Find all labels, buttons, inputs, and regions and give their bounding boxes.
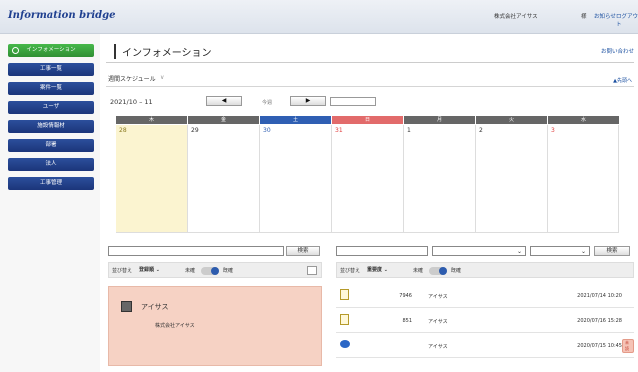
this-week-label[interactable]: 今週 [262, 99, 272, 106]
calendar-header-wed: 水 [548, 116, 619, 124]
sidebar: インフォメーション 工事一覧 案件一覧 ユーザ 施設情報材 部署 法人 工事管理 [0, 34, 100, 372]
list-item[interactable]: 7946 アイサス 2021/07/14 10:20 [336, 286, 634, 308]
list-item[interactable]: 851 アイサス 2020/07/16 15:28 [336, 311, 634, 333]
message-sender: アイサス [428, 319, 448, 325]
chevron-down-icon: ⌄ [516, 248, 522, 255]
read-toggle[interactable] [201, 267, 219, 275]
card-company: 株式会社アイサス [155, 323, 195, 329]
inquiry-link[interactable]: お問い合わせ [601, 47, 634, 55]
next-week-button[interactable]: ▶ [290, 96, 326, 106]
sidebar-item-project-list[interactable]: 案件一覧 [8, 82, 94, 95]
sort-select[interactable]: 重要度 ⌄ [367, 266, 388, 273]
message-sender: アイサス [428, 294, 448, 300]
sidebar-item-information[interactable]: インフォメーション [8, 44, 94, 57]
sidebar-item-department[interactable]: 部署 [8, 139, 94, 152]
message-timestamp: 2020/07/15 10:45 [577, 343, 622, 349]
calendar-day[interactable]: 31 [332, 125, 404, 233]
sort-label: 並び替え [340, 268, 361, 274]
sidebar-item-construction-management[interactable]: 工事管理 [8, 177, 94, 190]
info-icon [12, 47, 19, 54]
divider [106, 62, 634, 63]
honorific: 様 [581, 14, 587, 20]
top-bar: Information bridge 株式会社アイサス 様 お知らせ ログアウト [0, 0, 638, 34]
prev-week-button[interactable]: ◀ [206, 96, 242, 106]
card-name: アイサス [141, 303, 169, 311]
toggle-knob [439, 267, 447, 275]
sort-select[interactable]: 登録順 ⌄ [139, 266, 160, 273]
sidebar-item-construction-list[interactable]: 工事一覧 [8, 63, 94, 76]
left-search-input[interactable] [108, 246, 284, 256]
divider [106, 86, 634, 87]
unread-label: 未確 [185, 268, 196, 274]
list-item[interactable]: アイサス 2020/07/15 10:45 未読 [336, 336, 634, 358]
calendar-day[interactable]: 29 [188, 125, 260, 233]
document-icon [340, 289, 349, 300]
message-number: 851 [402, 318, 412, 324]
read-label: 既確 [223, 268, 234, 274]
calendar-day[interactable]: 30 [260, 125, 332, 233]
document-icon [340, 314, 349, 325]
unread-label: 未確 [413, 268, 424, 274]
message-number: 7946 [399, 293, 412, 299]
status-select[interactable]: ⌄ [530, 246, 590, 256]
chat-icon [340, 340, 350, 348]
calendar-header-mon: 月 [404, 116, 475, 124]
logout-link[interactable]: ログアウト [616, 12, 638, 28]
user-card[interactable]: アイサス 株式会社アイサス [108, 286, 322, 366]
calendar-day[interactable]: 1 [404, 125, 476, 233]
sidebar-item-facility[interactable]: 施設情報材 [8, 120, 94, 133]
read-toggle[interactable] [429, 267, 447, 275]
category-select[interactable]: ⌄ [432, 246, 526, 256]
notice-link[interactable]: お知らせ [594, 12, 616, 20]
main-content: インフォメーション お問い合わせ 週間スケジュール ∨ ▲先頭へ 2021/10… [100, 34, 638, 372]
chevron-down-icon: ⌄ [580, 248, 586, 255]
to-top-link[interactable]: ▲先頭へ [613, 77, 632, 84]
toggle-knob [211, 267, 219, 275]
right-filter-bar: 並び替え 重要度 ⌄ 未確 既確 [336, 262, 634, 278]
chevron-down-icon[interactable]: ∨ [160, 74, 164, 81]
building-icon [121, 301, 132, 312]
calendar-day[interactable]: 2 [476, 125, 548, 233]
message-timestamp: 2021/07/14 10:20 [577, 293, 622, 299]
left-filter-bar: 並び替え 登録順 ⌄ 未確 既確 [108, 262, 322, 278]
page-title: インフォメーション [114, 44, 212, 59]
expand-button[interactable] [307, 266, 317, 275]
right-search-input[interactable] [336, 246, 428, 256]
calendar-header-sun: 日 [332, 116, 403, 124]
calendar-header-thu: 木 [116, 116, 187, 124]
schedule-label: 週間スケジュール [108, 76, 156, 83]
read-label: 既確 [451, 268, 462, 274]
sidebar-item-corporation[interactable]: 法人 [8, 158, 94, 171]
calendar-day[interactable]: 3 [548, 125, 619, 233]
sort-label: 並び替え [112, 268, 133, 274]
calendar-day[interactable]: 28 [116, 125, 188, 233]
unread-badge: 未読 [622, 339, 634, 353]
left-search-button[interactable]: 検索 [286, 246, 320, 256]
message-sender: アイサス [428, 344, 448, 350]
calendar-header-sat: 土 [260, 116, 331, 124]
company-name: 株式会社アイサス [494, 14, 538, 20]
date-range: 2021/10 – 11 [110, 98, 153, 106]
calendar-header-tue: 火 [476, 116, 547, 124]
right-search-button[interactable]: 検索 [594, 246, 630, 256]
app-logo[interactable]: Information bridge [8, 10, 116, 21]
message-timestamp: 2020/07/16 15:28 [577, 318, 622, 324]
calendar-header-fri: 金 [188, 116, 259, 124]
sidebar-item-user[interactable]: ユーザ [8, 101, 94, 114]
date-input[interactable] [330, 97, 376, 106]
